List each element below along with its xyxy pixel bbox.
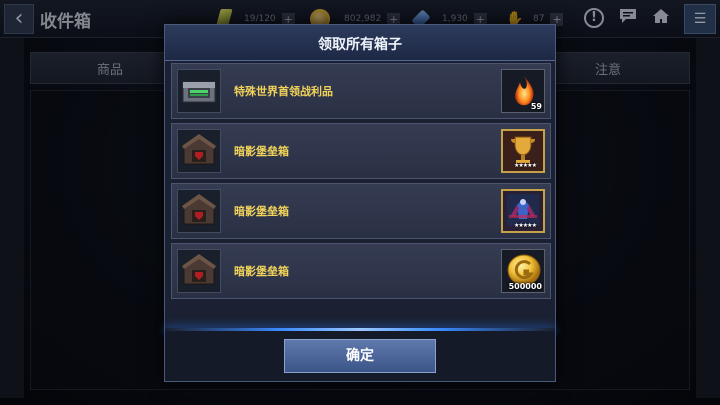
list-item: 暗影堡垒箱 ★★★★★ <box>171 183 551 239</box>
reward-label: 特殊世界首领战利品 <box>234 85 333 98</box>
reward-slot[interactable]: ★★★★★ <box>501 189 545 233</box>
reward-label: 暗影堡垒箱 <box>234 205 289 218</box>
reward-label: 暗影堡垒箱 <box>234 265 289 278</box>
supply-crate-icon <box>177 69 221 113</box>
game-screen: ‹ 收件箱 19/120 + 802,982 + 1,930 + ✋ 87 + … <box>0 0 720 405</box>
reward-stars: ★★★★★ <box>514 222 537 229</box>
shadow-fortress-chest-icon <box>177 249 221 293</box>
reward-slot[interactable]: ★★★★★ <box>501 129 545 173</box>
list-item: 特殊世界首领战利品 59 <box>171 63 551 119</box>
shadow-fortress-chest-icon <box>177 129 221 173</box>
list-item: 暗影堡垒箱 500000 <box>171 243 551 299</box>
list-item: 暗影堡垒箱 ★★★★★ <box>171 123 551 179</box>
reward-count: 59 <box>530 102 542 111</box>
dialog-header: 领取所有箱子 <box>165 25 555 61</box>
dialog-title: 领取所有箱子 <box>318 37 402 53</box>
claim-all-dialog: 领取所有箱子 特殊世界首领战利品 59 暗影堡垒箱 ★★★★★ 暗影堡垒箱 ★★… <box>164 24 556 382</box>
reward-slot[interactable]: 500000 <box>501 249 545 293</box>
shadow-fortress-chest-icon <box>177 189 221 233</box>
reward-stars: ★★★★★ <box>514 162 537 169</box>
reward-count: 500000 <box>508 282 542 291</box>
confirm-button[interactable]: 确定 <box>284 339 436 373</box>
reward-label: 暗影堡垒箱 <box>234 145 289 158</box>
dialog-footer: 确定 <box>165 331 555 381</box>
reward-slot[interactable]: 59 <box>501 69 545 113</box>
